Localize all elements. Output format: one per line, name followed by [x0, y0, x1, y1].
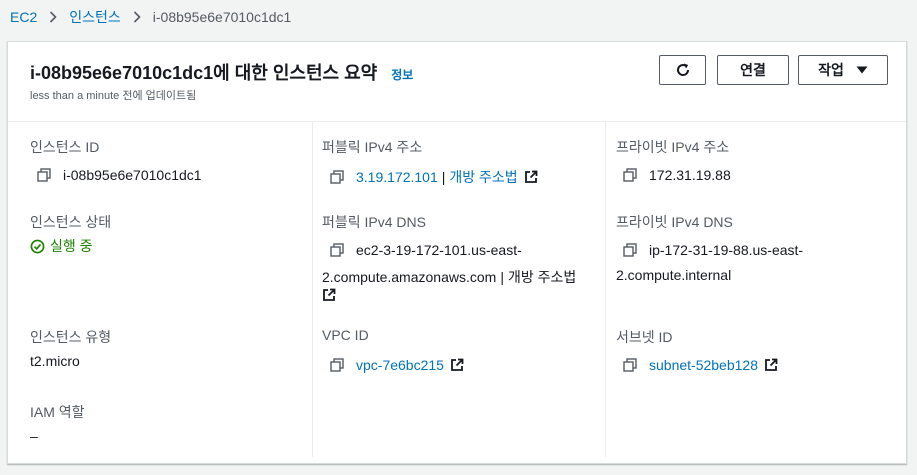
chevron-right-icon: [49, 11, 57, 23]
public-ipv4-value: 3.19.172.101 | 개방 주소법: [330, 167, 538, 187]
private-ipv4-text: 172.31.19.88: [649, 167, 731, 183]
instance-state-text: 실행 중: [50, 238, 93, 254]
copy-icon[interactable]: [623, 168, 637, 182]
info-link[interactable]: 정보: [391, 66, 413, 83]
external-link-icon[interactable]: [524, 170, 538, 184]
subnet-id-label: 서브넷 ID: [616, 329, 673, 345]
instance-state-value: 실행 중: [30, 236, 93, 256]
instance-summary-panel: i-08b95e6e7010c1dc1에 대한 인스턴스 요약 정보 less …: [7, 41, 907, 464]
open-address-link[interactable]: 개방 주소법: [449, 167, 517, 187]
iam-role-label: IAM 역할: [30, 404, 85, 420]
public-dns-label: 퍼블릭 IPv4 DNS: [322, 214, 426, 230]
instance-id-text: i-08b95e6e7010c1dc1: [63, 167, 202, 183]
copy-icon[interactable]: [330, 358, 344, 372]
separator-pipe: |: [441, 169, 446, 185]
public-ipv4-link[interactable]: 3.19.172.101: [356, 169, 438, 185]
public-ipv4-label: 퍼블릭 IPv4 주소: [322, 139, 423, 155]
iam-role-value: –: [30, 428, 38, 444]
instance-id-value: i-08b95e6e7010c1dc1: [37, 167, 202, 183]
breadcrumb-current-instance: i-08b95e6e7010c1dc1: [152, 9, 292, 25]
private-dns-label: 프라이빗 IPv4 DNS: [616, 214, 733, 230]
refresh-icon: [675, 62, 691, 78]
column-divider: [312, 122, 313, 457]
caret-down-icon: [856, 66, 868, 74]
external-link-icon[interactable]: [450, 358, 464, 372]
column-divider: [605, 122, 606, 457]
connect-button-label: 연결: [740, 62, 766, 78]
private-ipv4-label: 프라이빗 IPv4 주소: [616, 139, 730, 155]
private-dns-text-part1: ip-172-31-19-88.us-east-: [649, 242, 804, 258]
external-link-icon[interactable]: [322, 288, 336, 302]
chevron-right-icon: [133, 11, 141, 23]
breadcrumb-instances[interactable]: 인스턴스: [69, 7, 121, 27]
public-dns-text-part2: 2.compute.amazonaws.com: [322, 269, 497, 285]
private-ipv4-value: 172.31.19.88: [623, 167, 731, 183]
actions-button-label: 작업: [818, 62, 844, 78]
private-dns-value-line2: 2.compute.internal: [616, 267, 731, 283]
page-title-text: i-08b95e6e7010c1dc1에 대한 인스턴스 요약: [30, 63, 378, 83]
refresh-button[interactable]: [659, 55, 706, 85]
copy-icon[interactable]: [330, 243, 344, 257]
private-dns-value-line1: ip-172-31-19-88.us-east-: [623, 242, 803, 258]
instance-state-label: 인스턴스 상태: [30, 214, 112, 230]
subnet-id-link[interactable]: subnet-52beb128: [649, 357, 758, 373]
breadcrumb: EC2 인스턴스 i-08b95e6e7010c1dc1: [10, 7, 291, 27]
copy-icon[interactable]: [37, 168, 51, 182]
instance-type-label: 인스턴스 유형: [30, 329, 112, 345]
private-dns-text-part2: 2.compute.internal: [616, 267, 732, 283]
copy-icon[interactable]: [623, 358, 637, 372]
check-circle-icon: [30, 239, 45, 254]
separator-pipe: |: [500, 269, 504, 285]
public-dns-value-line1: ec2-3-19-172-101.us-east-: [330, 242, 522, 258]
actions-dropdown-button[interactable]: 작업: [798, 55, 888, 85]
external-link-icon[interactable]: [764, 358, 778, 372]
page-title: i-08b95e6e7010c1dc1에 대한 인스턴스 요약 정보: [30, 59, 413, 85]
subnet-id-value: subnet-52beb128: [623, 357, 778, 373]
public-dns-text-part1: ec2-3-19-172-101.us-east-: [356, 242, 522, 258]
copy-icon[interactable]: [330, 170, 344, 184]
last-updated-text: less than a minute 전에 업데이트됨: [30, 90, 197, 102]
vpc-id-link[interactable]: vpc-7e6bc215: [356, 357, 444, 373]
public-dns-value-line2: 2.compute.amazonaws.com | 개방 주소법: [322, 267, 576, 287]
breadcrumb-ec2[interactable]: EC2: [10, 9, 37, 25]
public-dns-external-link: [322, 288, 336, 302]
open-address-link[interactable]: 개방 주소법: [508, 267, 576, 287]
vpc-id-value: vpc-7e6bc215: [330, 357, 464, 373]
panel-header: i-08b95e6e7010c1dc1에 대한 인스턴스 요약 정보 less …: [8, 42, 906, 122]
vpc-id-label: VPC ID: [322, 327, 369, 343]
instance-id-label: 인스턴스 ID: [30, 139, 100, 155]
copy-icon[interactable]: [623, 243, 637, 257]
instance-type-value: t2.micro: [30, 353, 80, 369]
connect-button[interactable]: 연결: [717, 55, 789, 85]
